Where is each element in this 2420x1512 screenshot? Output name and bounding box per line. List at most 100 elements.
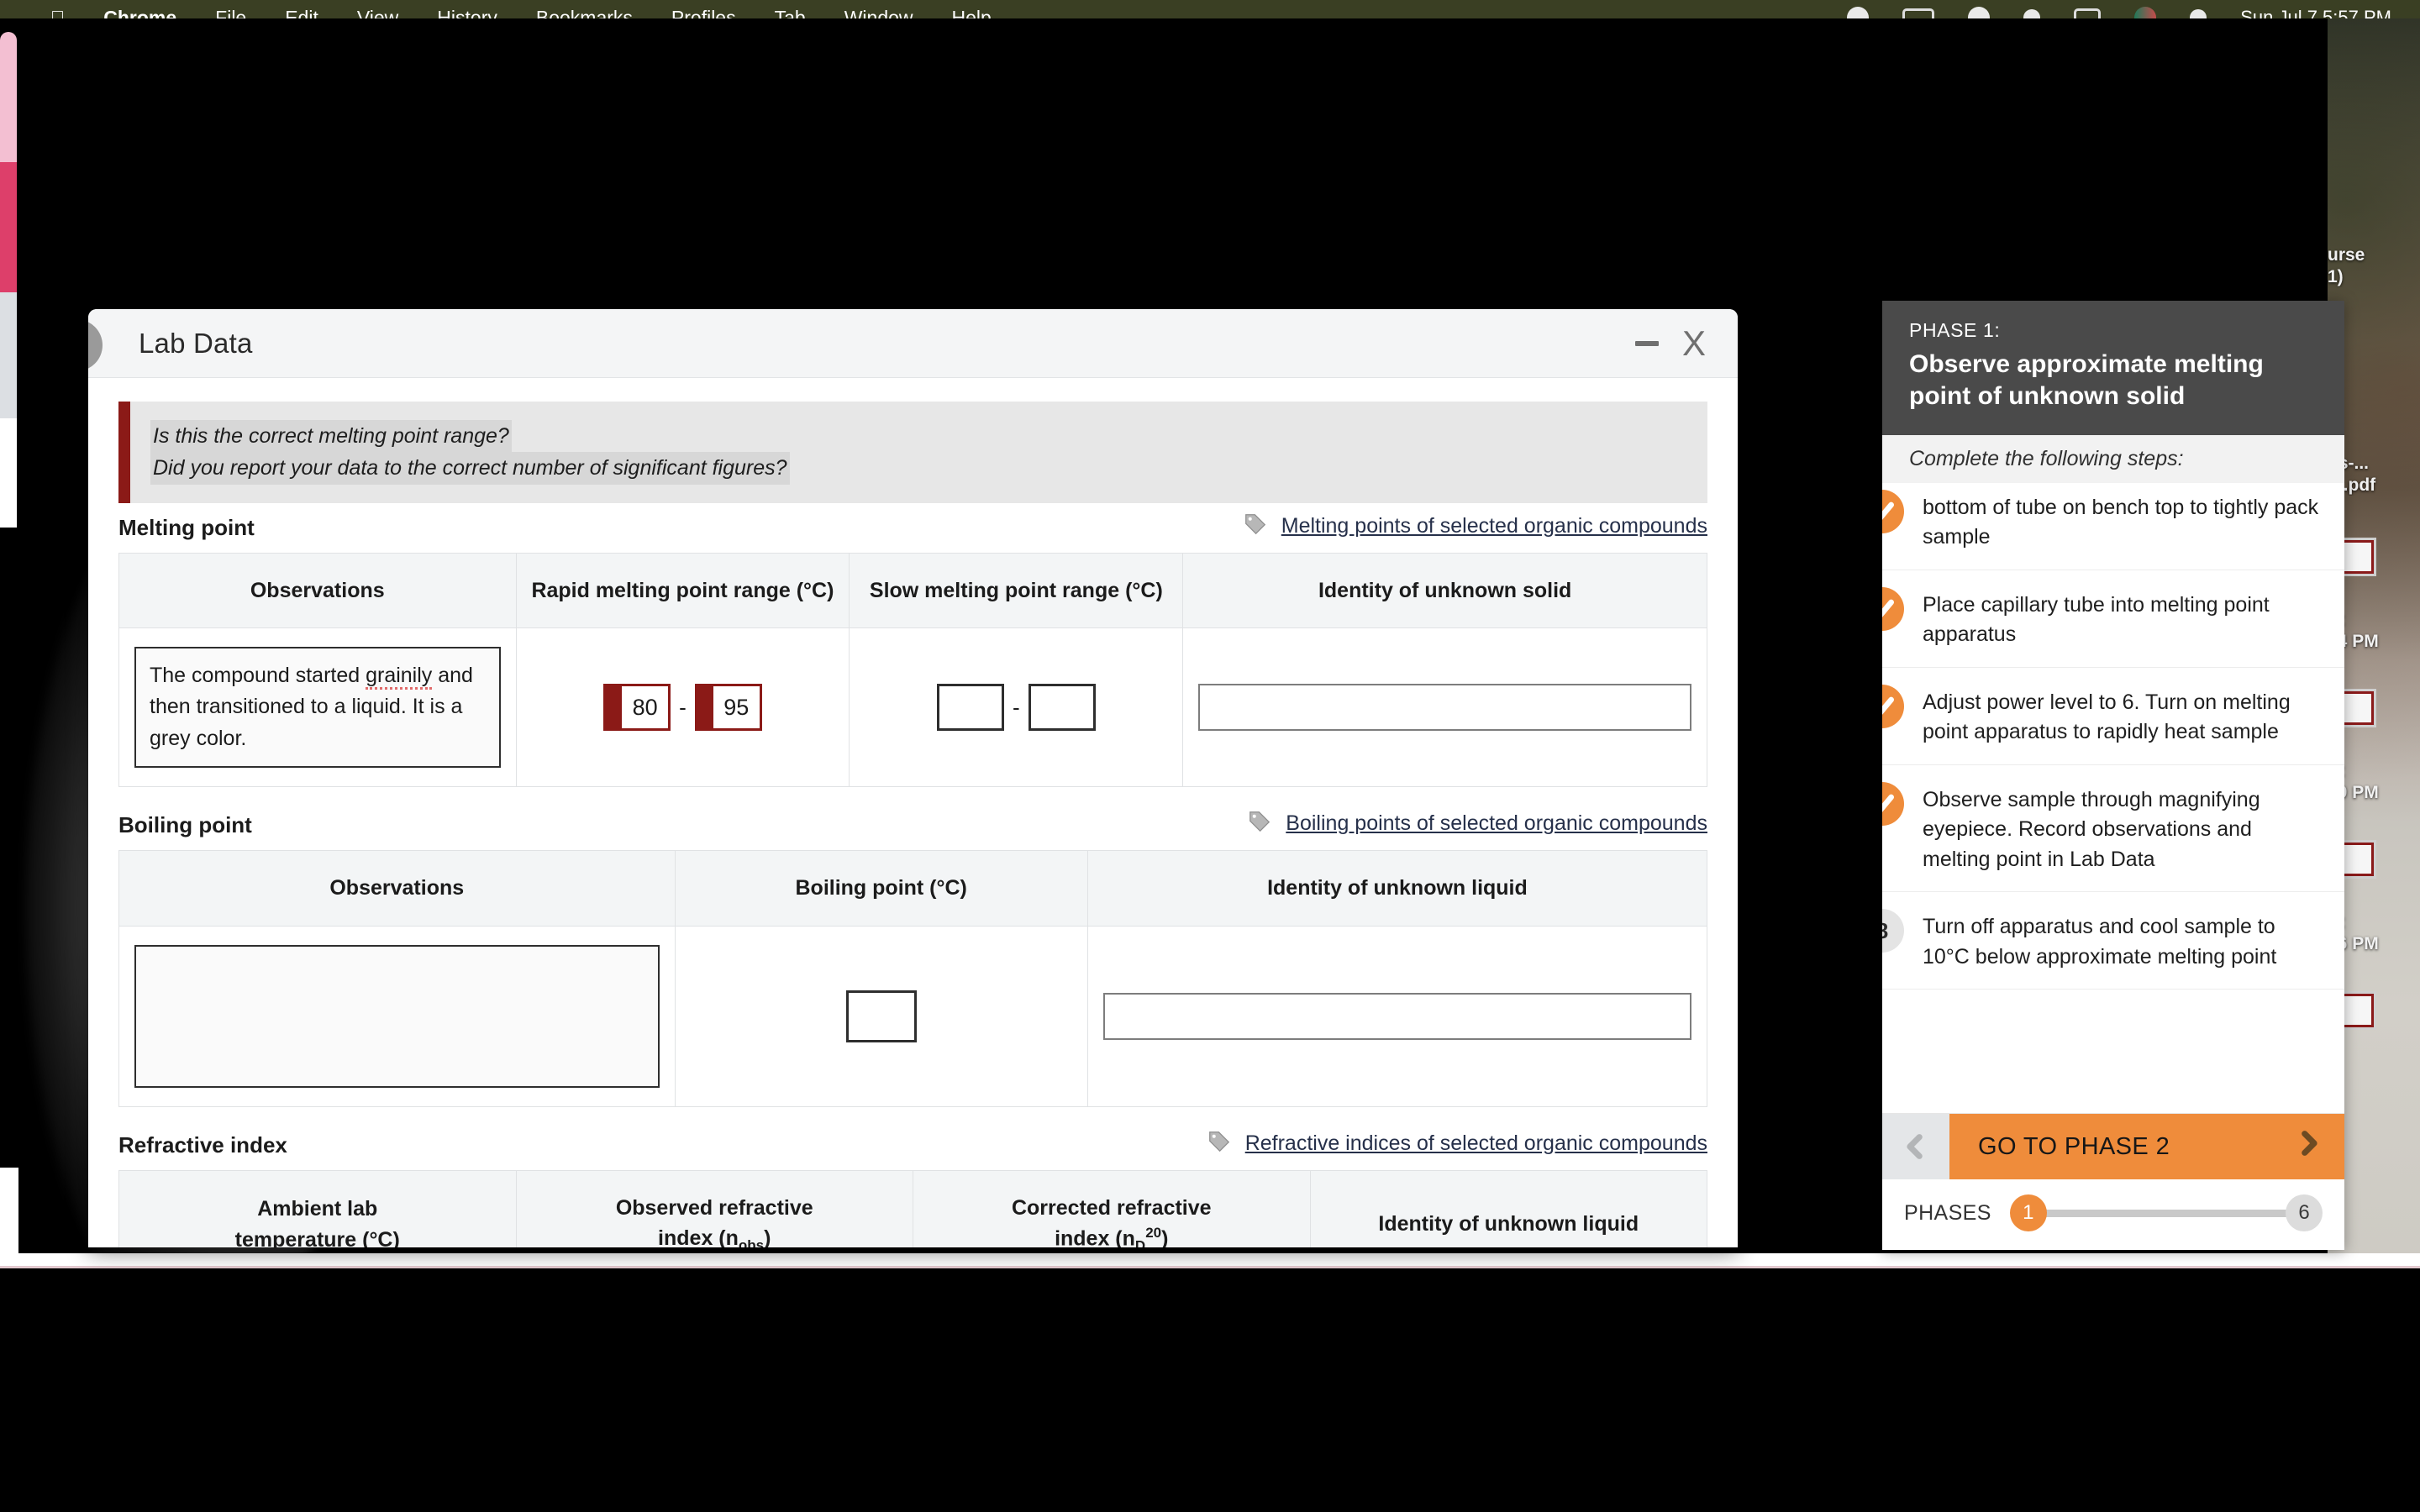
step-text: Place capillary tube into melting point … [1923, 592, 2270, 647]
phase-instructions-panel: PHASE 1: Observe approximate melting poi… [1882, 301, 2344, 1250]
rapid-range-high-input[interactable]: 95 [694, 684, 762, 731]
search-icon[interactable] [2023, 9, 2041, 18]
refractive-index-reference-link[interactable]: Refractive indices of selected organic c… [1245, 1131, 1707, 1156]
background-window-edge [0, 32, 17, 528]
phase-total-knob[interactable]: 6 [2286, 1194, 2323, 1231]
step-item[interactable]: Observe sample through magnifying eyepie… [1882, 765, 2344, 893]
desktop-icon-label[interactable]: 1) [2328, 267, 2418, 287]
steps-subheading: Complete the following steps: [1882, 434, 2344, 483]
status-icon-circle[interactable] [1847, 7, 1870, 18]
step-text: Turn off apparatus and cool sample to 10… [1923, 915, 2277, 969]
menu-item-bookmarks[interactable]: Bookmarks [536, 7, 633, 19]
menu-item-help[interactable]: Help [952, 7, 992, 19]
unknown-solid-identity-input[interactable] [1198, 684, 1691, 731]
phases-slider[interactable]: 1 6 [2009, 1194, 2323, 1231]
go-to-phase-2-label: GO TO PHASE 2 [1978, 1132, 2170, 1160]
table-row [118, 925, 1708, 1107]
melting-observations-input[interactable]: The compound started grainily and then t… [134, 646, 501, 769]
melting-point-table: Observations Rapid melting point range (… [118, 552, 1707, 788]
step-text: Observe sample through magnifying eyepie… [1923, 787, 2260, 871]
phase-title: Observe approximate melting point of unk… [1909, 350, 2264, 411]
boiling-point-table: Observations Boiling point (°C) Identity… [118, 850, 1708, 1107]
step-item[interactable]: bottom of tube on bench top to tightly p… [1882, 483, 2344, 570]
boiling-point-title: Boiling point [118, 812, 252, 838]
refractive-index-title: Refractive index [118, 1131, 287, 1158]
window-title: Lab Data [139, 327, 253, 359]
col-observed-refractive-index: Observed refractive index (nobs) [515, 1169, 913, 1247]
menubar-clock[interactable]: Sun Jul 7 5:57 PM [2240, 7, 2391, 18]
boiling-observations-input[interactable] [134, 944, 660, 1088]
menu-item-chrome[interactable]: Chrome [103, 7, 176, 19]
refractive-index-table: Ambient lab temperature (°C) Observed re… [118, 1169, 1707, 1247]
slow-range-low-input[interactable] [937, 684, 1004, 731]
misspelled-word: grainily [366, 663, 433, 690]
rapid-range-low-input[interactable]: 80 [603, 684, 671, 731]
phase-footer: GO TO PHASE 2 PHASES 1 6 [1882, 1113, 2344, 1250]
steps-list: bottom of tube on bench top to tightly p… [1882, 483, 2344, 1113]
tag-icon [1243, 512, 1268, 541]
col-identity-solid: Identity of unknown solid [1182, 552, 1707, 628]
status-icon-circle[interactable] [1968, 7, 1991, 18]
range-separator: - [1013, 694, 1020, 720]
app-status-icon[interactable] [2134, 7, 2157, 18]
step-item[interactable]: 8 Turn off apparatus and cool sample to … [1882, 892, 2344, 990]
lab-data-window: Lab Data X Is this the correct melting p… [88, 309, 1738, 1247]
step-item[interactable]: Adjust power level to 6. Turn on melting… [1882, 668, 2344, 765]
unknown-liquid-identity-input[interactable] [1102, 992, 1691, 1040]
step-text: Adjust power level to 6. Turn on melting… [1923, 690, 2291, 744]
control-center-icon[interactable] [2074, 8, 2102, 18]
alert-line-1: Is this the correct melting point range? [150, 420, 512, 453]
battery-icon[interactable] [1902, 8, 1935, 18]
phases-label: PHASES [1904, 1200, 1991, 1225]
close-button[interactable]: X [1682, 325, 1706, 361]
validation-alert: Is this the correct melting point range?… [118, 402, 1707, 503]
slider-track [2028, 1209, 2304, 1217]
check-icon [1882, 684, 1904, 728]
user-icon[interactable] [2190, 9, 2207, 18]
menu-item-tab[interactable]: Tab [775, 7, 806, 19]
slow-range-high-input[interactable] [1028, 684, 1096, 731]
phase-kicker: PHASE 1: [1909, 319, 2001, 341]
menu-item-window[interactable]: Window [844, 7, 913, 19]
boiling-point-input[interactable] [845, 990, 917, 1042]
range-separator: - [679, 694, 687, 720]
refractive-index-section-header: Refractive index Refractive indices of s… [118, 1107, 1707, 1170]
phases-slider-row: PHASES 1 6 [1882, 1179, 2344, 1250]
table-header-row: Observations Rapid melting point range (… [118, 552, 1707, 628]
go-to-phase-2-button[interactable]: GO TO PHASE 2 [1949, 1114, 2344, 1179]
flask-icon [88, 319, 103, 371]
chevron-left-icon [1907, 1134, 1923, 1159]
col-observations: Observations [118, 552, 517, 628]
col-ambient-temperature: Ambient lab temperature (°C) [118, 1169, 517, 1247]
table-header-row: Ambient lab temperature (°C) Observed re… [118, 1169, 1707, 1247]
check-icon [1882, 586, 1904, 631]
menu-item-view[interactable]: View [357, 7, 398, 19]
previous-phase-button[interactable] [1882, 1114, 1949, 1179]
menu-bar:  Chrome File Edit View History Bookmark… [0, 0, 2420, 18]
menu-item-file[interactable]: File [215, 7, 246, 19]
step-number-badge: 8 [1882, 909, 1904, 953]
col-identity-liquid: Identity of unknown liquid [1309, 1169, 1707, 1247]
boiling-point-section-header: Boiling point Boiling points of selected… [118, 787, 1707, 850]
alert-line-2: Did you report your data to the correct … [150, 452, 790, 485]
check-icon [1882, 489, 1904, 533]
alert-accent-bar [118, 402, 130, 503]
menu-item-profiles[interactable]: Profiles [671, 7, 736, 19]
melting-point-title: Melting point [118, 514, 255, 540]
col-corrected-refractive-index: Corrected refractive index (nD20) [913, 1169, 1311, 1247]
melting-point-reference-link[interactable]: Melting points of selected organic compo… [1281, 514, 1707, 538]
menu-item-edit[interactable]: Edit [285, 7, 318, 19]
table-row: The compound started grainily and then t… [118, 627, 1707, 788]
table-header-row: Observations Boiling point (°C) Identity… [118, 850, 1708, 927]
phase-current-knob[interactable]: 1 [2009, 1194, 2047, 1231]
boiling-point-reference-link[interactable]: Boiling points of selected organic compo… [1286, 811, 1707, 836]
apple-menu-icon[interactable]:  [50, 7, 65, 19]
screen-bottom-letterbox [0, 1268, 2420, 1512]
desktop-icon-label[interactable]: urse [2328, 245, 2418, 265]
col-rapid-range: Rapid melting point range (°C) [515, 552, 850, 628]
menu-item-history[interactable]: History [437, 7, 497, 19]
col-slow-range: Slow melting point range (°C) [849, 552, 1184, 628]
minimize-button[interactable] [1634, 340, 1659, 346]
check-icon [1882, 781, 1904, 826]
step-item[interactable]: Place capillary tube into melting point … [1882, 570, 2344, 668]
